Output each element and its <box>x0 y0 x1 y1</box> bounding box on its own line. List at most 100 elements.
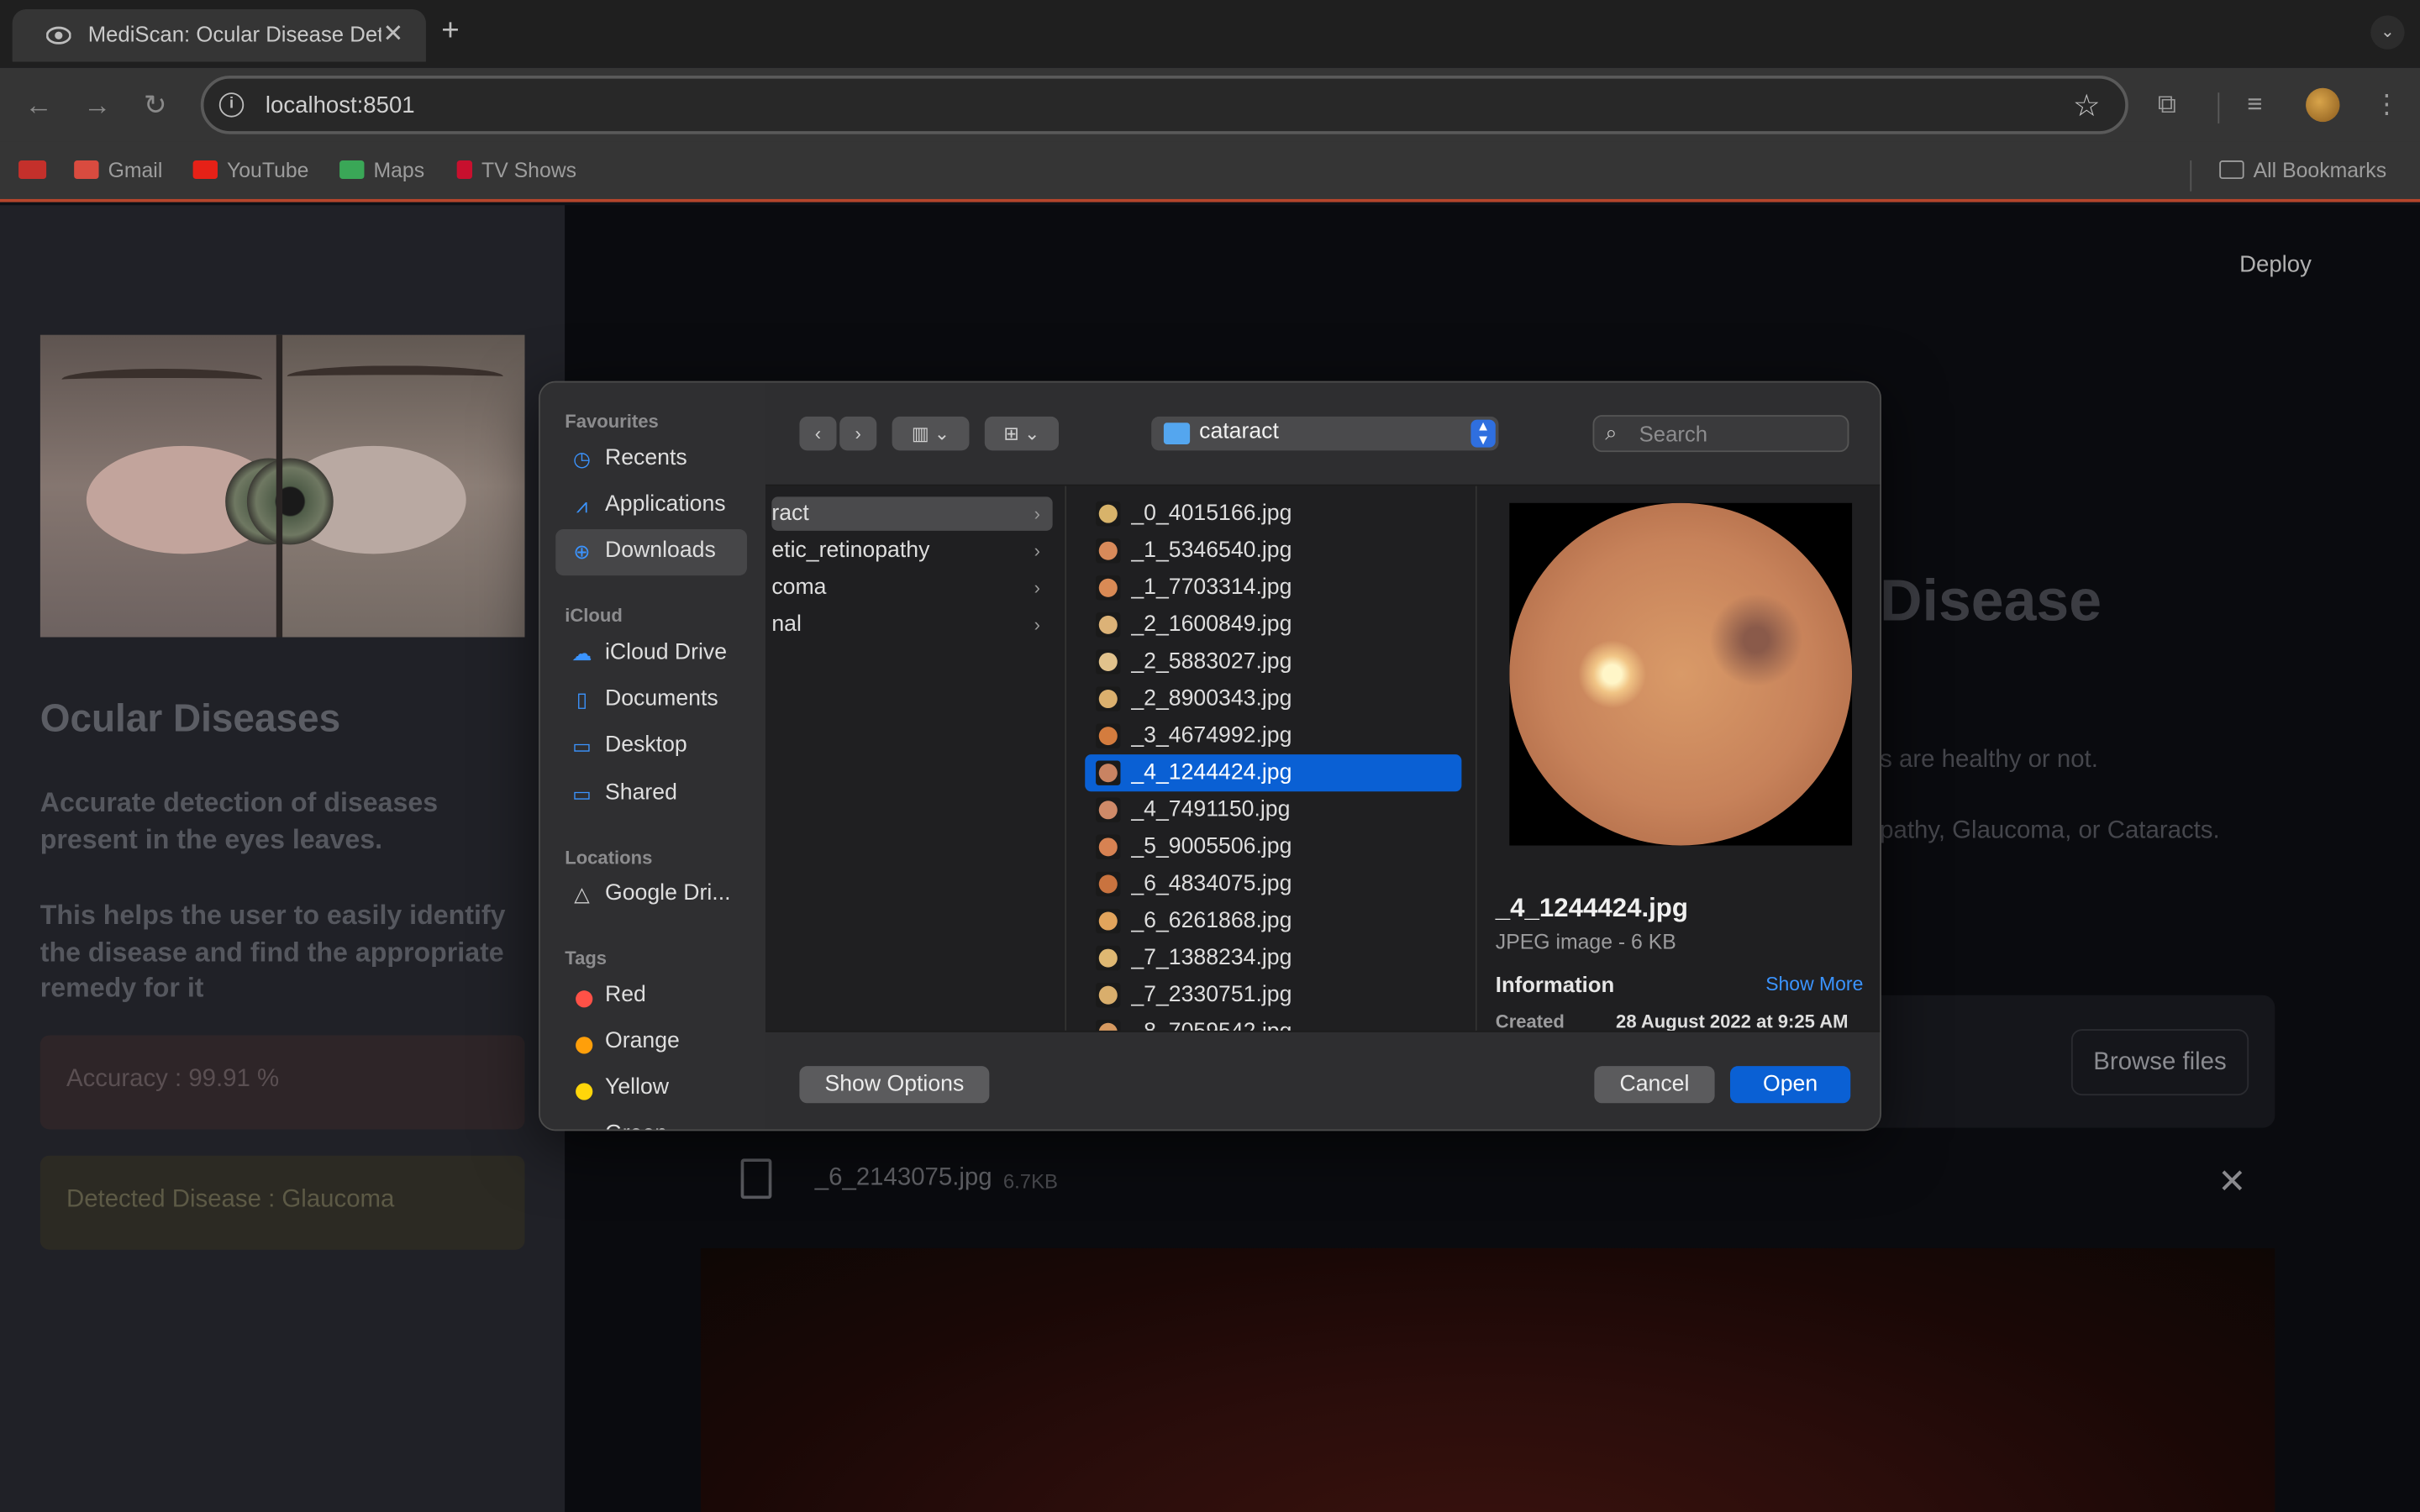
tag-label: Red <box>604 982 646 1008</box>
file-row[interactable]: _4_7491150.jpg <box>1085 791 1461 828</box>
eyebrow <box>287 365 503 387</box>
show-options-button[interactable]: Show Options <box>799 1066 990 1104</box>
file-row[interactable]: _5_9005506.jpg <box>1085 828 1461 865</box>
show-more-link[interactable]: Show More <box>1765 974 1863 995</box>
browse-files-button[interactable]: Browse files <box>2070 1029 2249 1096</box>
back-icon[interactable]: ‹ <box>799 416 837 451</box>
cloud-icon: ☁ <box>571 642 592 665</box>
chevron-down-icon[interactable]: ⌄ <box>2370 15 2405 50</box>
tab-strip: MediScan: Ocular Disease Detection ✕ + ⌄ <box>0 0 2420 68</box>
bookmark-youtube[interactable]: YouTube <box>192 159 308 182</box>
view-columns-icon[interactable]: ▥ ⌄ <box>892 416 970 451</box>
url-text[interactable]: localhost:8501 <box>266 92 415 118</box>
bookmarks-bar: Gmail YouTube Maps TV Shows All Bookmark… <box>0 141 2420 202</box>
download-icon: ⊕ <box>573 539 591 564</box>
bookmark-label: TV Shows <box>481 159 577 182</box>
extensions-icon[interactable]: ⧉ <box>2158 90 2176 121</box>
sidebar-item-google-drive[interactable]: △ Google Dri... <box>555 872 747 918</box>
site-info-icon[interactable]: i <box>218 92 245 118</box>
close-tab-icon[interactable]: ✕ <box>383 18 404 50</box>
sidebar-item-shared[interactable]: ▭ Shared <box>555 771 747 817</box>
created-value: 28 August 2022 at 9:25 AM <box>1616 1011 1849 1032</box>
tag-label: Yellow <box>604 1075 670 1100</box>
image-thumbnail-icon <box>1096 612 1121 638</box>
folder-row-glaucoma[interactable]: coma › <box>771 571 1052 605</box>
uploaded-file-name: _6_2143075.jpg <box>814 1164 992 1191</box>
folder-row-normal[interactable]: nal › <box>771 608 1052 642</box>
tag-orange[interactable]: Orange <box>555 1020 747 1066</box>
more-menu-icon[interactable]: ⋮ <box>2374 90 2400 121</box>
clock-icon: ◷ <box>573 447 591 471</box>
back-icon[interactable]: ← <box>24 90 52 123</box>
eye-image-left <box>39 334 313 638</box>
folder-label: nal <box>771 612 802 638</box>
bookmark-maps[interactable]: Maps <box>339 159 424 182</box>
chevron-right-icon: › <box>1034 576 1040 599</box>
file-row[interactable]: _7_2330751.jpg <box>1085 977 1461 1014</box>
file-row[interactable]: _6_4834075.jpg <box>1085 865 1461 902</box>
forward-icon[interactable]: › <box>839 416 877 451</box>
tag-yellow[interactable]: Yellow <box>555 1066 747 1112</box>
file-row[interactable]: _1_7703314.jpg <box>1085 570 1461 606</box>
search-input[interactable]: ⌕ Search <box>1592 415 1849 453</box>
sidebar-item-label: Google Dri... <box>604 880 731 906</box>
dialog-sidebar: Favourites ◷ Recents ⩘ Applications ⊕ Downl… <box>539 382 766 1130</box>
reload-icon[interactable]: ↻ <box>144 90 167 123</box>
browser-tab[interactable]: MediScan: Ocular Disease Detection ✕ <box>12 9 426 62</box>
file-name: _6_6261868.jpg <box>1131 908 1292 934</box>
sidebar-item-applications[interactable]: ⩘ Applications <box>555 483 747 529</box>
file-row[interactable]: _4_1244424.jpg <box>1085 754 1462 792</box>
sidebar-item-documents[interactable]: ▯ Documents <box>555 677 747 723</box>
bookmark-gmail[interactable]: Gmail <box>74 159 162 182</box>
sidebar-item-recents[interactable]: ◷ Recents <box>555 437 747 483</box>
file-row[interactable]: _1_5346540.jpg <box>1085 533 1461 570</box>
tag-green[interactable]: Green <box>555 1112 747 1129</box>
tags-heading: Tags <box>565 947 608 969</box>
folder-path-popup[interactable]: cataract ▲ ▼ <box>1151 416 1499 451</box>
file-row[interactable]: _2_5883027.jpg <box>1085 643 1461 680</box>
file-preview-pane: _4_1244424.jpg JPEG image - 6 KB Informa… <box>1476 486 1881 1032</box>
file-row[interactable]: _7_1388234.jpg <box>1085 940 1461 977</box>
file-name: _4_1244424.jpg <box>1131 760 1292 785</box>
uploaded-fundus-image <box>700 1247 2275 1512</box>
group-view-icon[interactable]: ⊞ ⌄ <box>984 416 1059 451</box>
apps-shortcut[interactable] <box>18 159 55 182</box>
file-row[interactable]: _3_4674992.jpg <box>1085 717 1461 754</box>
folder-row-cataract[interactable]: ract › <box>771 496 1053 531</box>
file-row[interactable]: _2_1600849.jpg <box>1085 606 1461 643</box>
remove-file-icon[interactable]: ✕ <box>2217 1162 2246 1202</box>
image-thumbnail-icon <box>1096 723 1121 748</box>
cancel-button[interactable]: Cancel <box>1594 1066 1715 1104</box>
open-button[interactable]: Open <box>1729 1066 1851 1104</box>
file-row[interactable]: _6_6261868.jpg <box>1085 902 1461 939</box>
fundus-image <box>1509 502 1853 846</box>
bookmark-star-icon[interactable]: ☆ <box>2073 87 2101 125</box>
profile-avatar[interactable] <box>2306 87 2340 123</box>
media-control-icon[interactable]: ≡ <box>2247 90 2262 121</box>
eye-image <box>39 334 525 638</box>
folder-icon <box>1163 423 1191 444</box>
forward-icon[interactable]: → <box>83 90 111 123</box>
sidebar-description: Accurate detection of diseases present i… <box>39 786 439 854</box>
file-open-dialog: Favourites ◷ Recents ⩘ Applications ⊕ Downl… <box>539 381 1881 1131</box>
folder-icon <box>2219 160 2244 180</box>
file-row[interactable]: _2_8900343.jpg <box>1085 680 1461 717</box>
all-bookmarks[interactable]: All Bookmarks <box>2219 159 2386 182</box>
folder-label: ract <box>771 501 809 527</box>
image-thumbnail-icon <box>1096 501 1121 527</box>
file-name: _2_8900343.jpg <box>1131 686 1292 711</box>
sidebar-item-desktop[interactable]: ▭ Desktop <box>555 723 747 769</box>
bookmark-tv-shows[interactable]: TV Shows <box>456 159 577 182</box>
sidebar-item-icloud-drive[interactable]: ☁ iCloud Drive <box>555 631 747 677</box>
iris <box>246 458 334 545</box>
sidebar-item-downloads[interactable]: ⊕ Downloads <box>555 528 747 576</box>
address-bar[interactable]: i localhost:8501 ☆ <box>200 75 2128 134</box>
new-tab-button[interactable]: + <box>441 14 459 50</box>
deploy-button[interactable]: Deploy <box>2239 251 2312 277</box>
image-thumbnail-icon <box>1096 575 1121 601</box>
file-row[interactable]: _8_7059542.jpg <box>1085 1014 1461 1031</box>
folder-row-diabetic-retinopathy[interactable]: etic_retinopathy › <box>771 534 1052 568</box>
file-row[interactable]: _0_4015166.jpg <box>1085 496 1461 533</box>
file-name: _2_1600849.jpg <box>1131 612 1292 638</box>
tag-red[interactable]: Red <box>555 974 747 1020</box>
